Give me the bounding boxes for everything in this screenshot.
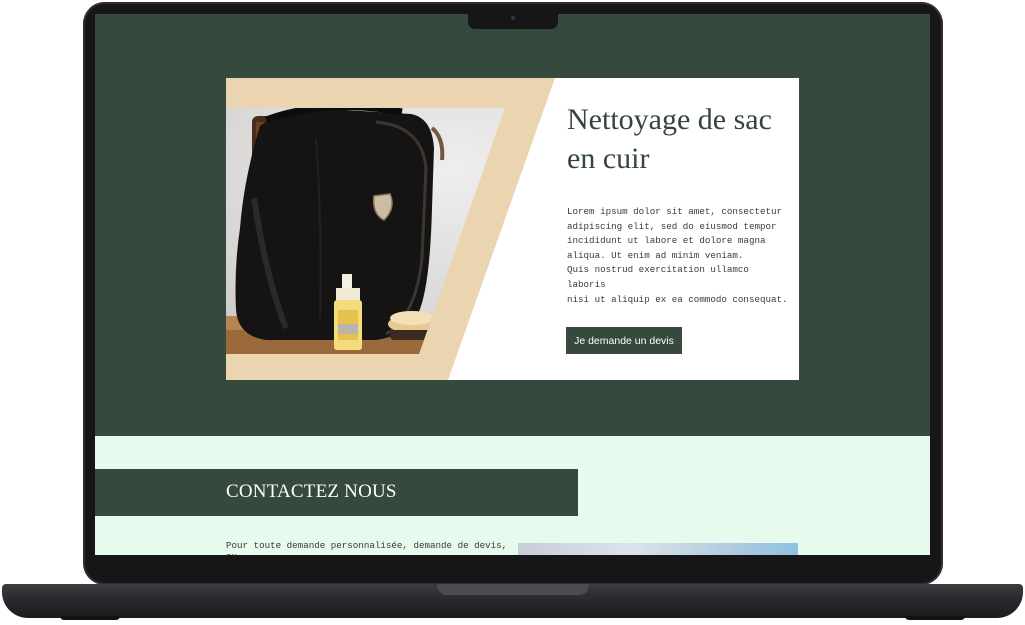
hero-paragraph-line: adipiscing elit, sed do eiusmod tempor bbox=[567, 220, 777, 232]
contact-paragraph: Pour toute demande personnalisée, demand… bbox=[226, 540, 508, 555]
camera-icon bbox=[511, 16, 515, 20]
laptop-hinge-notch bbox=[437, 584, 589, 595]
hero-paragraph-line: incididunt ut labore et dolore magna bbox=[567, 235, 766, 247]
laptop-foot-right bbox=[905, 616, 965, 620]
hero-card: Nettoyage de sac en cuir Lorem ipsum dol… bbox=[226, 78, 799, 380]
contact-title: CONTACTEZ NOUS bbox=[226, 481, 397, 502]
hero-paragraph-line: Quis nostrud exercitation ullamco labori… bbox=[567, 264, 749, 290]
hero-paragraph-line: Lorem ipsum dolor sit amet, consectetur bbox=[567, 206, 783, 217]
hero-paragraph: Lorem ipsum dolor sit amet, consectetur … bbox=[567, 205, 792, 307]
laptop-foot-left bbox=[60, 616, 120, 620]
hero-title: Nettoyage de sac en cuir bbox=[567, 103, 772, 175]
hero-paragraph-line: nisi ut aliquip ex ea commodo consequat. bbox=[567, 293, 788, 305]
contact-section: CONTACTEZ NOUS Pour toute demande person… bbox=[95, 436, 930, 555]
quote-request-button[interactable]: Je demande un devis bbox=[566, 327, 682, 354]
contact-banner: CONTACTEZ NOUS bbox=[95, 469, 578, 516]
hero-section: Nettoyage de sac en cuir Lorem ipsum dol… bbox=[95, 14, 930, 436]
contact-photo bbox=[518, 543, 798, 555]
laptop-screen: Nettoyage de sac en cuir Lorem ipsum dol… bbox=[95, 14, 930, 555]
hero-paragraph-line: aliqua. Ut enim ad minim veniam. bbox=[567, 249, 744, 261]
